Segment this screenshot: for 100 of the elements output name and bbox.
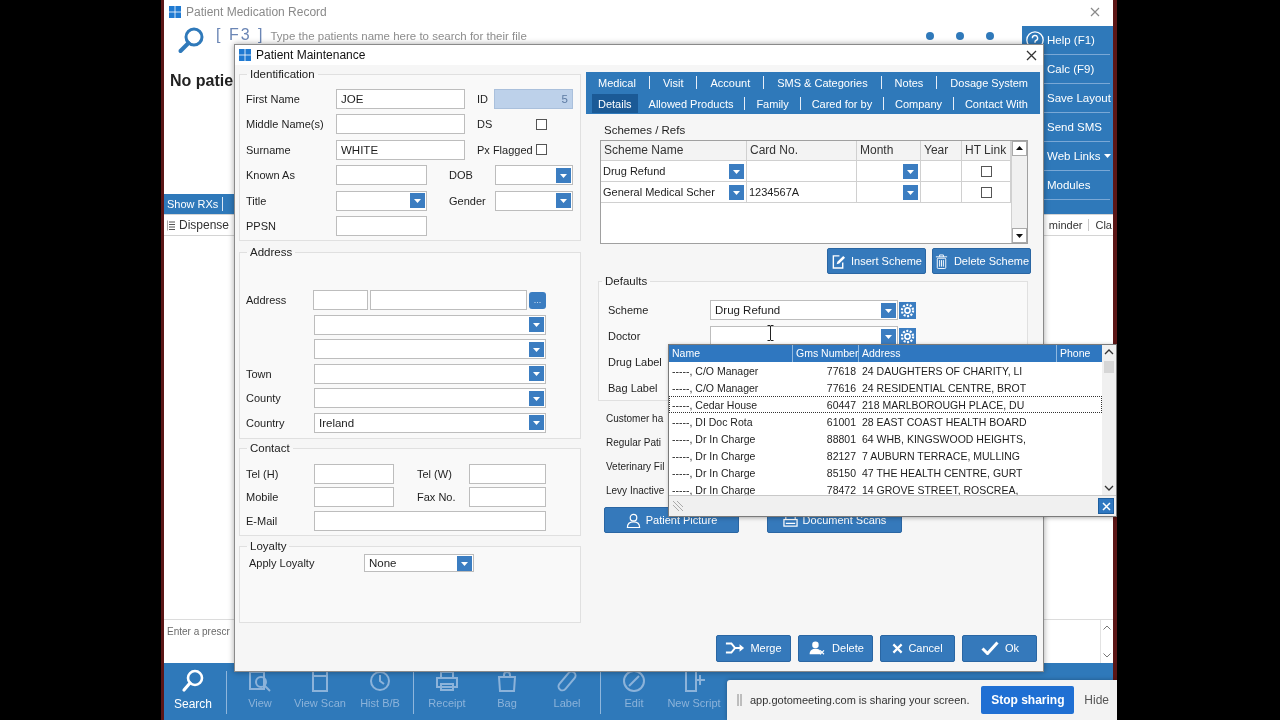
text-field[interactable]: [336, 114, 465, 135]
dropdown-field[interactable]: Drug Refund: [710, 300, 898, 320]
caret-down-icon[interactable]: [529, 341, 544, 357]
grip-icon[interactable]: [737, 694, 742, 706]
caret-down-icon[interactable]: [529, 415, 544, 431]
field-label: Tel (H): [246, 467, 280, 480]
caret-down-icon[interactable]: [556, 193, 571, 209]
column-header: Dispense: [179, 218, 230, 232]
dropdown-field[interactable]: [314, 363, 546, 384]
prescription-field[interactable]: Enter a prescr: [167, 625, 233, 638]
toolbar-button[interactable]: Search: [164, 663, 222, 720]
field-label: ID: [477, 92, 488, 105]
cancel-button[interactable]: Cancel: [880, 634, 955, 662]
text-field[interactable]: [313, 290, 368, 311]
search-icon[interactable]: [177, 27, 205, 54]
close-icon[interactable]: [1026, 49, 1037, 61]
list-row[interactable]: -----, Dr In Charge 82127 7 AUBURN TERRACE, MULLING: [669, 447, 1102, 464]
table-cell-text: 88801: [825, 432, 857, 445]
caret-down-icon[interactable]: [529, 366, 544, 382]
table-cell-text: 64 WHB, KINGSWOOD HEIGHTS,: [861, 432, 1027, 445]
list-row[interactable]: -----, DI Doc Rota 61001 28 EAST COAST HEALTH BOARD: [669, 413, 1102, 430]
field-label: Address: [246, 294, 288, 307]
delete-scheme-button[interactable]: Delete Scheme: [932, 248, 1031, 274]
ok-button[interactable]: Ok: [962, 634, 1037, 662]
caret-down-icon[interactable]: [556, 167, 571, 183]
notification-text: app.gotomeeting.com is sharing your screen.: [750, 694, 970, 706]
field-label: Surname: [246, 143, 292, 156]
caret-down-icon[interactable]: [529, 390, 544, 406]
check-icon: [979, 641, 1000, 655]
tab[interactable]: SMS & Categories: [771, 73, 874, 92]
text-field[interactable]: [336, 165, 427, 186]
gear-icon[interactable]: [899, 301, 916, 319]
caret-down-icon[interactable]: [410, 193, 425, 209]
text-field[interactable]: [314, 463, 394, 484]
list-row[interactable]: -----, Dr In Charge 78472 14 GROVE STREET, ROSCREA,: [669, 481, 1102, 498]
search-field[interactable]: Type the patients name here to search for their file: [270, 28, 571, 43]
caret-down-icon[interactable]: [881, 328, 896, 344]
column-header: Card No.: [750, 143, 799, 157]
dropdown-field[interactable]: [314, 314, 546, 335]
hide-link[interactable]: Hide: [1084, 693, 1109, 707]
field-label: E-Mail: [246, 514, 279, 527]
tab[interactable]: Details: [592, 94, 638, 113]
table-cell-text: 78472: [825, 483, 857, 496]
tab[interactable]: Notes: [888, 73, 930, 92]
text-field[interactable]: JOE: [336, 88, 465, 109]
checkbox[interactable]: [536, 118, 547, 130]
scroll-up-icon[interactable]: [1012, 141, 1027, 156]
tab[interactable]: Allowed Products: [642, 94, 740, 113]
checkbox[interactable]: [980, 165, 992, 177]
caret-down-icon[interactable]: [881, 302, 896, 318]
close-button[interactable]: [1098, 498, 1114, 514]
dropdown-field[interactable]: [314, 339, 546, 360]
tab[interactable]: Family: [750, 94, 795, 113]
caret-down-icon[interactable]: [903, 163, 918, 179]
tab[interactable]: Show RXs: [164, 197, 224, 211]
insert-scheme-button[interactable]: Insert Scheme: [827, 248, 926, 274]
dropdown-field[interactable]: [495, 165, 573, 186]
delete-button[interactable]: Delete: [798, 634, 873, 662]
caret-down-icon[interactable]: [729, 184, 744, 200]
dropdown-field[interactable]: Ireland: [314, 412, 546, 433]
text-field[interactable]: [336, 216, 427, 237]
scroll-up-icon[interactable]: [1104, 349, 1114, 355]
stop-sharing-button[interactable]: Stop sharing: [981, 686, 1075, 714]
text-field[interactable]: [314, 487, 394, 508]
dropdown-field[interactable]: [495, 190, 573, 211]
caret-down-icon[interactable]: [903, 184, 918, 200]
text-field[interactable]: [469, 463, 546, 484]
dropdown-field[interactable]: [336, 190, 427, 211]
list-row[interactable]: -----, Dr In Charge 85150 47 THE HEALTH CENTRE, GURT: [669, 464, 1102, 481]
tab[interactable]: Visit: [656, 73, 690, 92]
list-row[interactable]: -----, Dr In Charge 88801 64 WHB, KINGSWOOD HEIGHTS,: [669, 430, 1102, 447]
caret-down-icon[interactable]: [457, 555, 472, 571]
tab[interactable]: Cared for by: [805, 94, 879, 113]
field-label: Veterinary Fil: [606, 461, 665, 472]
caret-down-icon[interactable]: [729, 163, 744, 179]
scroll-down-icon[interactable]: [1104, 485, 1114, 491]
dot-icon: [926, 32, 934, 40]
dropdown-field[interactable]: None: [364, 554, 474, 572]
lookup-button[interactable]: ...: [529, 291, 546, 309]
table-cell: General Medical Scher: [603, 186, 715, 198]
text-field[interactable]: [469, 487, 546, 508]
list-row[interactable]: -----, C/O Manager 77618 24 DAUGHTERS OF CHARITY, LI: [669, 362, 1102, 379]
table-cell-text: 77616: [825, 381, 857, 394]
list-row[interactable]: -----, C/O Manager 77616 24 RESIDENTIAL CENTRE, BROT: [669, 379, 1102, 396]
text-field[interactable]: [314, 510, 546, 531]
scroll-down-icon[interactable]: [1012, 228, 1027, 243]
tab[interactable]: Account: [704, 73, 757, 92]
scrollbar-thumb[interactable]: [1104, 361, 1114, 373]
tab[interactable]: Medical: [592, 73, 642, 92]
gear-icon[interactable]: [899, 327, 916, 345]
tab[interactable]: Company: [889, 94, 949, 113]
checkbox[interactable]: [536, 144, 547, 156]
checkbox[interactable]: [980, 186, 992, 198]
text-field[interactable]: [370, 290, 527, 311]
dropdown-field[interactable]: [314, 388, 546, 409]
caret-down-icon[interactable]: [529, 317, 544, 333]
resize-grip-icon[interactable]: [672, 500, 684, 512]
list-row[interactable]: -----, Cedar House 60447 218 MARLBOROUGH PLACE, DU: [669, 396, 1102, 413]
text-field[interactable]: WHITE: [336, 139, 465, 160]
merge-button[interactable]: Merge: [716, 634, 791, 662]
